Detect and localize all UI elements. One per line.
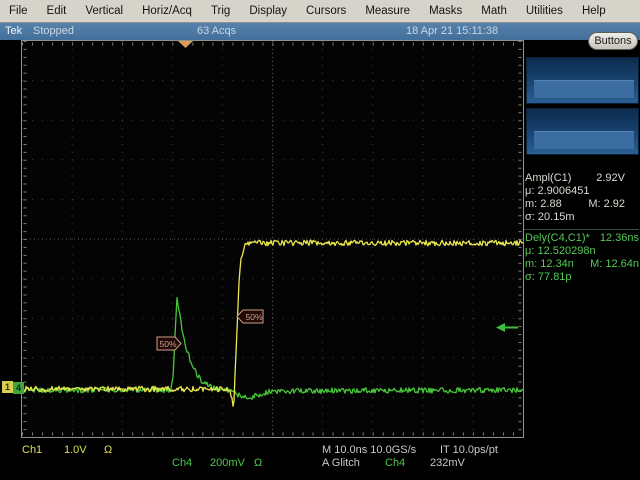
timebase-readout: M 10.0ns 10.0GS/s (322, 444, 416, 456)
sampling-readout: IT 10.0ps/pt (440, 444, 498, 456)
trigger-source-readout: Ch4 (385, 457, 405, 469)
meas2-name: Dely(C4,C1)* (525, 232, 590, 245)
side-touch-button-2[interactable] (526, 108, 639, 155)
menu-bar: File Edit Vertical Horiz/Acq Trig Displa… (0, 0, 640, 23)
menu-vertical[interactable]: Vertical (85, 5, 123, 17)
status-bar: Tek Stopped 63 Acqs 18 Apr 21 15:11:38 (0, 23, 640, 40)
meas1-name: Ampl(C1) (525, 172, 571, 185)
menu-file[interactable]: File (9, 5, 28, 17)
buttons-button[interactable]: Buttons (588, 32, 638, 50)
menu-utilities[interactable]: Utilities (526, 5, 563, 17)
svg-text:50%: 50% (246, 312, 263, 322)
svg-text:50%: 50% (160, 339, 177, 349)
trigger-mode-readout: A Glitch (322, 457, 360, 469)
side-touch-button-2-label-area (534, 131, 634, 149)
acquisition-state: Stopped (33, 25, 74, 37)
meas2-mean: μ: 12.520298n (525, 245, 596, 257)
trigger-level-readout: 232mV (430, 457, 465, 469)
menu-math[interactable]: Math (481, 5, 507, 17)
ch4-position-marker[interactable]: 4 (13, 382, 24, 394)
menu-edit[interactable]: Edit (47, 5, 67, 17)
side-touch-button-1-label-area (534, 80, 634, 98)
meas1-mean: μ: 2.9006451 (525, 185, 589, 197)
waveform-display: 50% 50% (22, 41, 523, 437)
meas2-min: m: 12.34n (525, 258, 574, 271)
ch4-scale-readout: 200mV (210, 457, 245, 469)
ch1-scale-readout: 1.0V (64, 444, 87, 456)
meas1-sd: σ: 20.15m (525, 211, 575, 223)
ch4-readout-label[interactable]: Ch4 (172, 457, 192, 469)
measurement-ampl-c1: Ampl(C1) 2.92V μ: 2.9006451 m: 2.88 M: 2… (525, 172, 639, 224)
meas1-min: m: 2.88 (525, 198, 562, 211)
menu-horiz-acq[interactable]: Horiz/Acq (142, 5, 192, 17)
menu-help[interactable]: Help (582, 5, 606, 17)
brand-logo: Tek (5, 25, 22, 37)
measurement-dely-c4c1: Dely(C4,C1)* 12.36ns μ: 12.520298n m: 12… (525, 232, 639, 284)
meas1-max: M: 2.92 (588, 198, 625, 211)
menu-trig[interactable]: Trig (211, 5, 230, 17)
meas2-value: 12.36ns (600, 232, 639, 245)
menu-masks[interactable]: Masks (429, 5, 462, 17)
side-touch-button-1[interactable] (526, 57, 639, 104)
meas2-max: M: 12.64n (590, 258, 639, 271)
datetime-readout: 18 Apr 21 15:11:38 (406, 25, 498, 37)
ch1-coupling-readout: Ω (104, 444, 112, 456)
oscilloscope-screen: File Edit Vertical Horiz/Acq Trig Displa… (0, 0, 640, 480)
ch1-readout-label[interactable]: Ch1 (22, 444, 42, 456)
meas1-value: 2.92V (596, 172, 625, 185)
ch4-coupling-readout: Ω (254, 457, 262, 469)
ch1-position-marker[interactable]: 1 (2, 381, 13, 393)
menu-cursors[interactable]: Cursors (306, 5, 346, 17)
measurement-separator (524, 229, 639, 230)
menu-display[interactable]: Display (249, 5, 287, 17)
menu-measure[interactable]: Measure (365, 5, 410, 17)
meas2-sd: σ: 77.81p (525, 271, 572, 283)
acquisition-count: 63 Acqs (197, 25, 236, 37)
